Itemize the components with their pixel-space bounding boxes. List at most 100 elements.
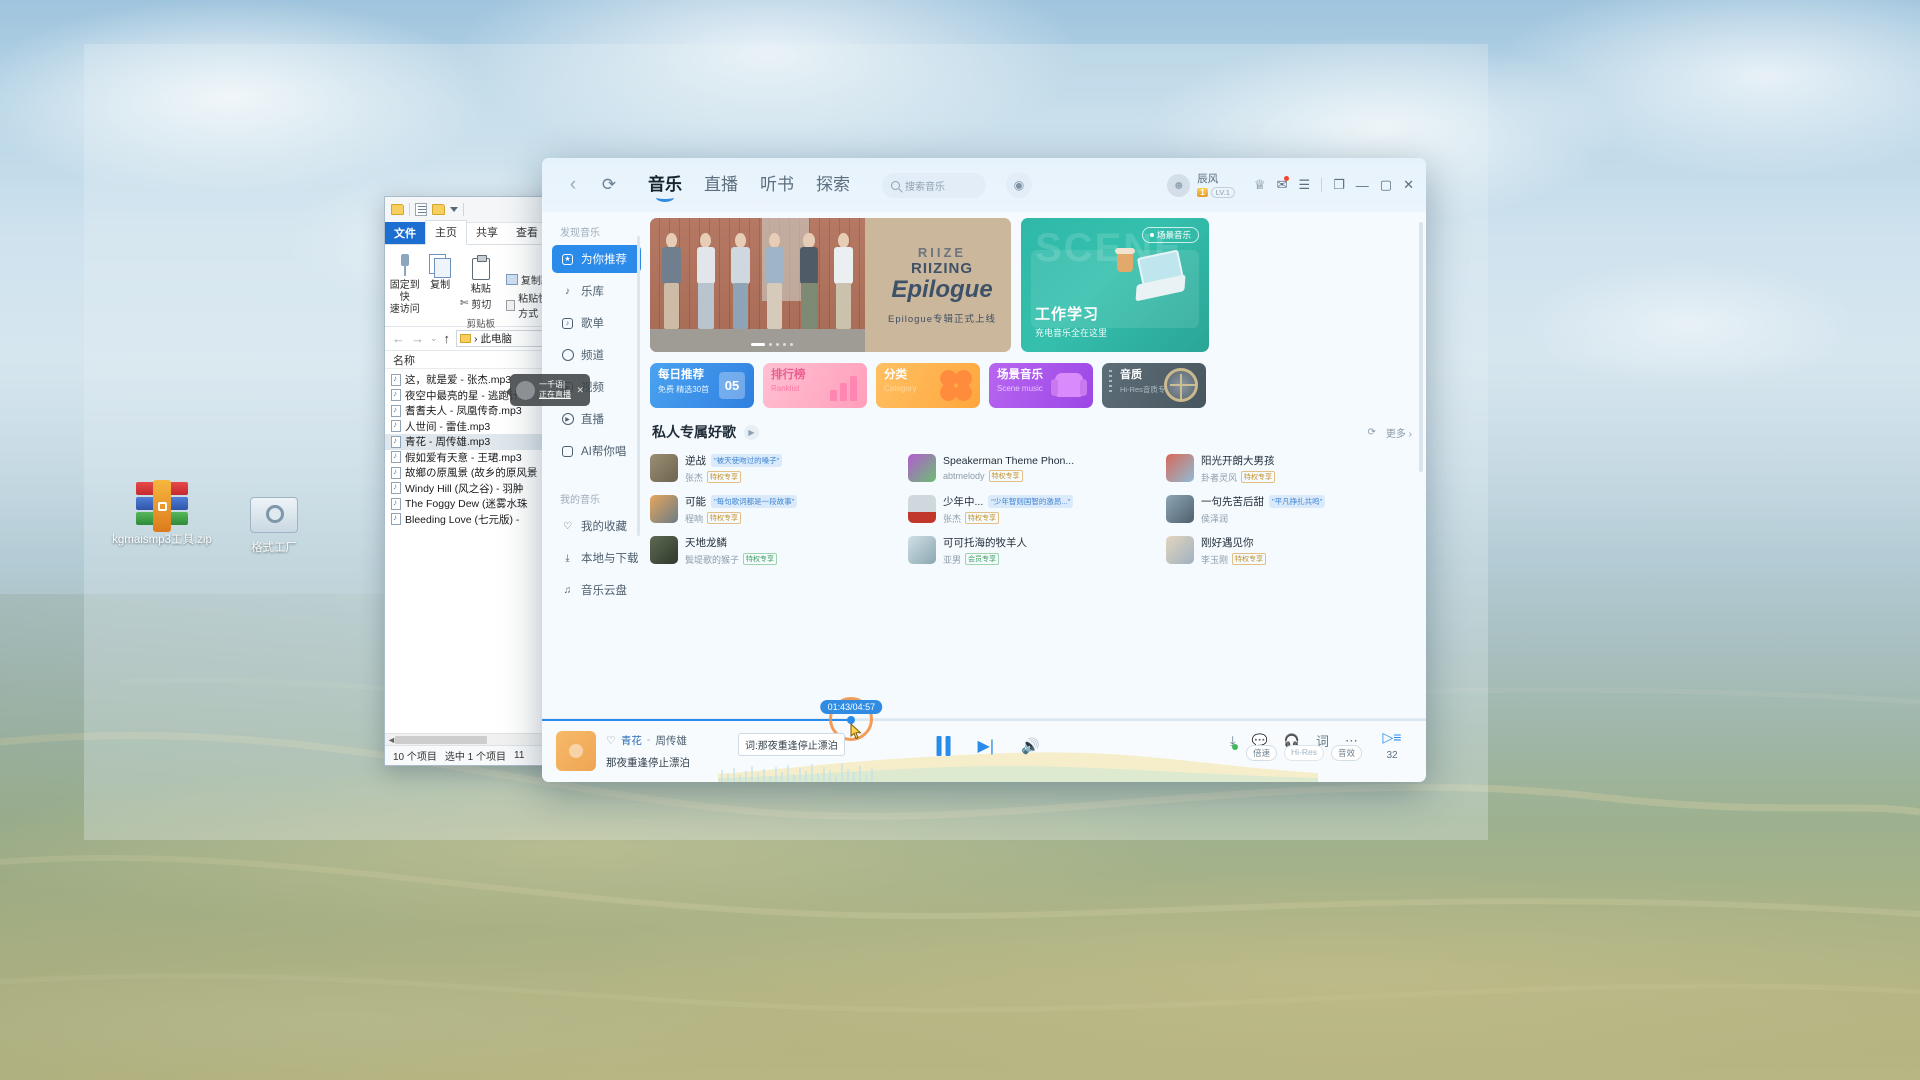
sidebar-item-local-downloads[interactable]: ⤓ 本地与下载 (552, 544, 641, 572)
next-icon[interactable]: ▶| (978, 736, 994, 756)
song-item[interactable]: 可能 "每句歌词都是一段故事" 程响 特权专享 (650, 491, 896, 527)
avatar[interactable]: ☻ (1167, 173, 1191, 197)
scrollbar-thumb[interactable] (395, 736, 487, 744)
file-row[interactable]: Bleeding Love (七元版) - (385, 512, 566, 528)
card-daily-recommend[interactable]: 每日推荐 免费 精选30首 05 (650, 363, 754, 408)
quick-entry-cards[interactable]: 每日推荐 免费 精选30首 05 排行榜 Ranklist 分类 Categor… (650, 363, 1412, 408)
search-input[interactable]: 搜索音乐 (882, 172, 986, 198)
back-icon[interactable]: ← (392, 331, 405, 346)
section-actions[interactable]: ⟳ 更多 › (1368, 425, 1413, 440)
minimize-icon[interactable]: — (1356, 178, 1369, 193)
folder-icon[interactable] (391, 204, 404, 215)
tab-music[interactable]: 音乐 (648, 170, 682, 200)
song-item[interactable]: 逆战 "被天使吻过的嗓子" 张杰 特权专享 (650, 450, 896, 486)
chip-sound-effect[interactable]: 音效 (1330, 745, 1362, 761)
sidebar-item-recommend[interactable]: ★ 为你推荐 (552, 245, 641, 273)
card-ranklist[interactable]: 排行榜 Ranklist (763, 363, 867, 408)
column-header-name[interactable]: 名称 (385, 351, 566, 369)
file-explorer-window[interactable]: 文件 主页 共享 查看 固定到快 速访问 复制 粘贴 ✄ 剪切 剪贴板 复制路径… (384, 196, 567, 766)
sidebar[interactable]: 发现音乐 ★ 为你推荐 ♪ 乐库 ♪ 歌单 频道 ▶ 视频 ▶ (542, 212, 642, 718)
music-player-window[interactable]: ‹ ⟳ 音乐 直播 听书 探索 搜索音乐 ◉ ☻ 辰风 1 LV.1 ♕ ✉ ☰… (542, 158, 1426, 782)
playlist-button[interactable]: ▷≡ 32 (1372, 729, 1412, 761)
promo-banner-scene[interactable]: SCENE 场景音乐 工作学习 充电音乐全在这里 (1021, 218, 1209, 352)
sidebar-item-playlist[interactable]: ♪ 歌单 (552, 309, 641, 337)
close-icon[interactable]: ✕ (576, 385, 584, 396)
now-playing[interactable]: ♡ 青花 - 周传雄 那夜重逢停止漂泊 (556, 731, 690, 771)
tab-live[interactable]: 直播 (704, 170, 738, 200)
card-category[interactable]: 分类 Category (876, 363, 980, 408)
user-area[interactable]: ☻ 辰风 1 LV.1 ♕ ✉ ☰ ❐ — ▢ ✕ (1167, 173, 1414, 198)
tab-view[interactable]: 查看 (507, 221, 547, 244)
microphone-icon[interactable]: ◉ (1006, 172, 1032, 198)
card-scene-music[interactable]: 场景音乐 Scene music (989, 363, 1093, 408)
forward-icon[interactable]: → (411, 331, 424, 346)
file-row[interactable]: Windy Hill (风之谷) - 羽肿 (385, 481, 566, 497)
now-playing-cover[interactable] (556, 731, 596, 771)
volume-icon[interactable]: 🔊 (1021, 737, 1040, 755)
paste-group[interactable]: 粘贴 ✄ 剪切 剪贴板 (460, 250, 502, 330)
sidebar-item-cloud-disk[interactable]: ♫ 音乐云盘 (552, 576, 641, 604)
sidebar-item-channel[interactable]: 频道 (552, 341, 641, 369)
tab-file[interactable]: 文件 (385, 222, 425, 244)
sidebar-item-live[interactable]: ▶ 直播 (552, 405, 641, 433)
progress-bar[interactable] (542, 716, 1426, 724)
paste-button[interactable]: 粘贴 (460, 254, 502, 296)
chip-speed[interactable]: 倍速 (1245, 745, 1277, 761)
sidebar-item-library[interactable]: ♪ 乐库 (552, 277, 641, 305)
properties-icon[interactable] (415, 203, 427, 216)
maximize-icon[interactable]: ▢ (1380, 177, 1392, 193)
refresh-icon[interactable]: ⟳ (1368, 427, 1376, 438)
mail-icon[interactable]: ✉ (1277, 176, 1290, 193)
up-icon[interactable]: ↑ (444, 331, 451, 346)
window-controls[interactable]: ♕ ✉ ☰ ❐ — ▢ ✕ (1254, 176, 1414, 193)
pin-to-quick-access-button[interactable]: 固定到快 速访问 (389, 250, 420, 326)
explorer-ribbon[interactable]: 固定到快 速访问 复制 粘贴 ✄ 剪切 剪贴板 复制路径 粘贴快捷方式 (385, 245, 566, 330)
copy-button[interactable]: 复制 (424, 250, 455, 326)
new-folder-icon[interactable] (432, 204, 445, 215)
song-item[interactable]: 刚好遇见你 李玉刚 特权专享 (1166, 532, 1412, 568)
shirt-icon[interactable]: ♕ (1254, 177, 1266, 193)
explorer-navigation-bar[interactable]: ← → ⌄ ↑ › 此电脑 (385, 327, 566, 351)
menu-icon[interactable]: ☰ (1298, 177, 1310, 193)
file-row[interactable]: The Foggy Dew (迷雾水珠 (385, 496, 566, 512)
cut-button[interactable]: ✄ 剪切 (460, 296, 502, 311)
desktop-icon-archive[interactable]: kgmaismp3工具.zip (110, 478, 214, 547)
sidebar-item-ai-sing[interactable]: AI帮你唱 (552, 437, 641, 465)
customize-caret-icon[interactable] (450, 207, 458, 212)
song-item[interactable]: 一句先苦后甜 "平凡挣扎共鸣" 侯泽润 (1166, 491, 1412, 527)
song-item[interactable]: 可可托海的牧羊人 亚男 会员专享 (908, 532, 1154, 568)
file-row[interactable]: 故鄉の原風景 (故乡的原风景 (385, 465, 566, 481)
song-item[interactable]: 天地龙鳞 鬓堤歌的猴子 特权专享 (650, 532, 896, 568)
song-grid[interactable]: 逆战 "被天使吻过的嗓子" 张杰 特权专享 Speakerman Theme Pho… (650, 450, 1412, 568)
recent-locations-icon[interactable]: ⌄ (430, 333, 438, 344)
file-row-selected[interactable]: 青花 - 周传雄.mp3 (385, 434, 566, 450)
download-icon[interactable]: ⤓ (1230, 733, 1238, 750)
more-link[interactable]: 更多 › (1386, 425, 1412, 440)
chip-hires[interactable]: Hi-Res (1284, 745, 1324, 761)
play-icon[interactable]: ▶ (744, 424, 759, 440)
song-item[interactable]: 少年中... "少年智则国智的激昂..." 张杰 特权专享 (908, 491, 1154, 527)
refresh-icon[interactable]: ⟳ (596, 172, 622, 198)
song-item[interactable]: 阳光开朗大男孩 卦者灵风 特权专享 (1166, 450, 1412, 486)
heart-icon[interactable]: ♡ (606, 734, 616, 747)
tab-share[interactable]: 共享 (467, 221, 507, 244)
card-audio-quality[interactable]: 音质 Hi-Res音质专区 (1102, 363, 1206, 408)
playback-controls[interactable]: ▶| 🔊 (936, 736, 1040, 756)
song-item[interactable]: Speakerman Theme Phon... abtmelody 特权专享 (908, 450, 1154, 486)
carousel-indicators[interactable] (751, 343, 794, 346)
tab-explore[interactable]: 探索 (816, 170, 850, 200)
tab-home[interactable]: 主页 (425, 220, 467, 245)
banner-carousel[interactable]: RIIZE RIIZING Epilogue Epilogue专辑正式上线 SC… (650, 218, 1412, 352)
file-row[interactable]: 假如爱有天意 - 王珺.mp3 (385, 450, 566, 466)
mini-mode-icon[interactable]: ❐ (1333, 177, 1345, 193)
content-scrollbar[interactable] (1419, 222, 1423, 472)
file-row[interactable]: 人世间 - 雷佳.mp3 (385, 419, 566, 435)
promo-banner-riize[interactable]: RIIZE RIIZING Epilogue Epilogue专辑正式上线 (650, 218, 1011, 352)
desktop-icon-format-factory[interactable]: 格式工厂 (222, 486, 326, 555)
pause-icon[interactable] (936, 736, 951, 756)
sidebar-item-favorites[interactable]: ♡ 我的收藏 (552, 512, 641, 540)
explorer-ribbon-tabs[interactable]: 文件 主页 共享 查看 (385, 220, 566, 245)
breadcrumb-this-pc[interactable]: 此电脑 (481, 331, 513, 346)
close-icon[interactable]: ✕ (1403, 177, 1414, 193)
player-quality-chips[interactable]: 倍速 Hi-Res 音效 (1245, 745, 1362, 761)
